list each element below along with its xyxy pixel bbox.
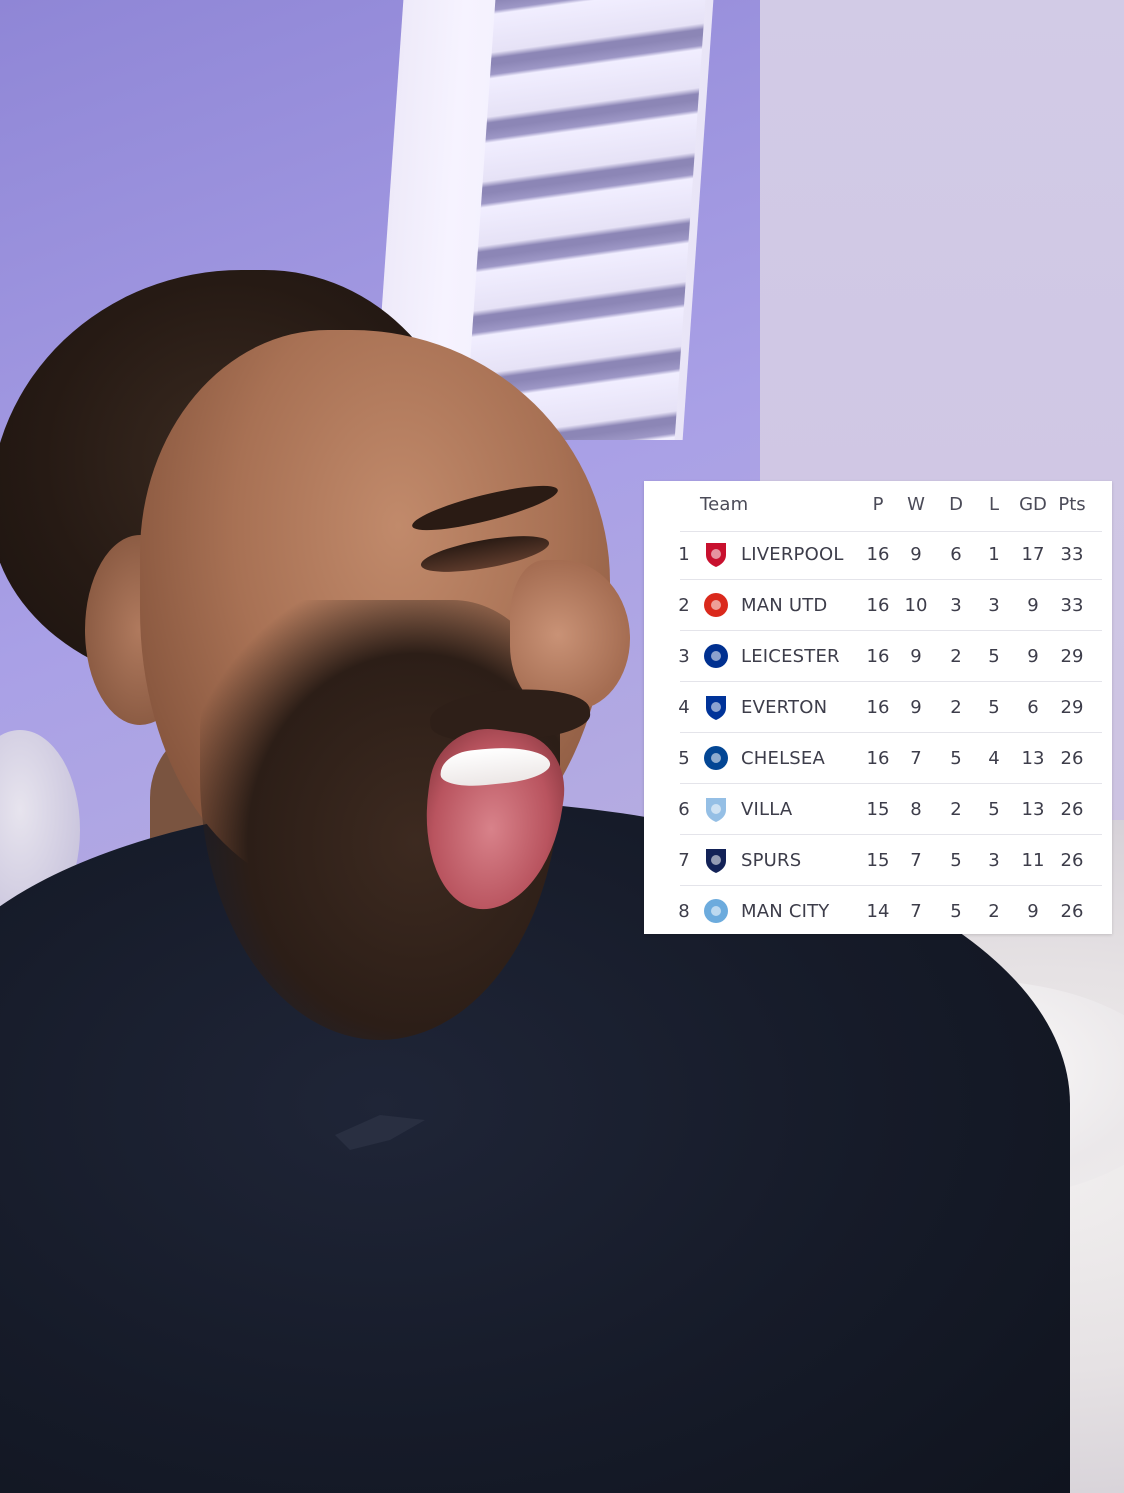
cell-d: 5 [950, 850, 962, 871]
header-won: W [907, 494, 925, 515]
cell-team: VILLA [741, 799, 793, 820]
cell-w: 8 [910, 799, 922, 820]
man-city-crest-icon [704, 899, 728, 923]
cell-w: 7 [910, 850, 922, 871]
cell-d: 2 [950, 799, 962, 820]
cell-p: 15 [866, 799, 890, 820]
cell-p: 14 [866, 901, 890, 922]
cell-p: 16 [866, 544, 890, 565]
cell-p: 16 [866, 595, 890, 616]
table-row: 5 CHELSEA 16 7 5 4 13 26 [644, 733, 1112, 784]
cell-team: SPURS [741, 850, 802, 871]
cell-p: 16 [866, 646, 890, 667]
cell-d: 5 [950, 901, 962, 922]
cell-team: EVERTON [741, 697, 828, 718]
table-row: 8 MAN CITY 14 7 5 2 9 26 [644, 886, 1112, 937]
cell-pts: 29 [1060, 646, 1084, 667]
cell-p: 15 [866, 850, 890, 871]
header-played: P [872, 494, 884, 515]
table-header-row: Team P W D L GD Pts [644, 481, 1112, 532]
cell-pos: 1 [678, 544, 690, 565]
cell-pos: 3 [678, 646, 690, 667]
header-drawn: D [949, 494, 963, 515]
cell-pts: 26 [1060, 850, 1084, 871]
cell-l: 4 [988, 748, 1000, 769]
nose [510, 560, 630, 710]
cell-w: 10 [904, 595, 928, 616]
table-row: 3 LEICESTER 16 9 2 5 9 29 [644, 631, 1112, 682]
cell-gd: 11 [1021, 850, 1045, 871]
cell-pos: 2 [678, 595, 690, 616]
table-row: 2 MAN UTD 16 10 3 3 9 33 [644, 580, 1112, 631]
jacket-logo-icon [335, 1115, 425, 1150]
villa-crest-icon [706, 798, 726, 822]
cell-l: 2 [988, 901, 1000, 922]
cell-d: 2 [950, 646, 962, 667]
cell-gd: 6 [1027, 697, 1039, 718]
cell-pos: 5 [678, 748, 690, 769]
header-lost: L [988, 494, 1000, 515]
cell-pts: 26 [1060, 799, 1084, 820]
cell-l: 5 [988, 799, 1000, 820]
header-points: Pts [1058, 494, 1086, 515]
cell-w: 9 [910, 544, 922, 565]
cell-gd: 9 [1027, 595, 1039, 616]
cell-w: 9 [910, 697, 922, 718]
cell-p: 16 [866, 748, 890, 769]
cell-pos: 8 [678, 901, 690, 922]
cell-pos: 6 [678, 799, 690, 820]
cell-d: 5 [950, 748, 962, 769]
cell-team: LEICESTER [741, 646, 840, 667]
cell-d: 3 [950, 595, 962, 616]
cell-team: MAN CITY [741, 901, 830, 922]
header-goal-difference: GD [1019, 494, 1047, 515]
leicester-crest-icon [704, 644, 728, 668]
cell-l: 5 [988, 697, 1000, 718]
cell-p: 16 [866, 697, 890, 718]
cell-d: 2 [950, 697, 962, 718]
cell-team: LIVERPOOL [741, 544, 844, 565]
man-utd-crest-icon [704, 593, 728, 617]
cell-gd: 13 [1021, 799, 1045, 820]
photo-scene: Team P W D L GD Pts 1 LIVERPOOL 16 9 6 1 17 33 2… [0, 0, 1124, 1493]
cell-pts: 33 [1060, 544, 1084, 565]
cell-l: 3 [988, 850, 1000, 871]
everton-crest-icon [706, 696, 726, 720]
header-team: Team [700, 494, 749, 515]
liverpool-crest-icon [706, 543, 726, 567]
table-row: 6 VILLA 15 8 2 5 13 26 [644, 784, 1112, 835]
cell-team: CHELSEA [741, 748, 826, 769]
cell-pts: 33 [1060, 595, 1084, 616]
cell-l: 1 [988, 544, 1000, 565]
cell-gd: 9 [1027, 646, 1039, 667]
cell-gd: 13 [1021, 748, 1045, 769]
league-table: Team P W D L GD Pts 1 LIVERPOOL 16 9 6 1 17 33 2… [644, 481, 1112, 934]
cell-team: MAN UTD [741, 595, 828, 616]
cell-pts: 26 [1060, 901, 1084, 922]
cell-w: 7 [910, 901, 922, 922]
cell-gd: 9 [1027, 901, 1039, 922]
chelsea-crest-icon [704, 746, 728, 770]
spurs-crest-icon [706, 849, 726, 873]
cell-w: 7 [910, 748, 922, 769]
cell-pts: 26 [1060, 748, 1084, 769]
table-row: 4 EVERTON 16 9 2 5 6 29 [644, 682, 1112, 733]
cell-pts: 29 [1060, 697, 1084, 718]
cell-gd: 17 [1021, 544, 1045, 565]
cell-pos: 7 [678, 850, 690, 871]
cell-d: 6 [950, 544, 962, 565]
cell-pos: 4 [678, 697, 690, 718]
table-row: 7 SPURS 15 7 5 3 11 26 [644, 835, 1112, 886]
cell-l: 5 [988, 646, 1000, 667]
table-row: 1 LIVERPOOL 16 9 6 1 17 33 [644, 529, 1112, 580]
cell-l: 3 [988, 595, 1000, 616]
cell-w: 9 [910, 646, 922, 667]
window-shutter [464, 0, 706, 440]
